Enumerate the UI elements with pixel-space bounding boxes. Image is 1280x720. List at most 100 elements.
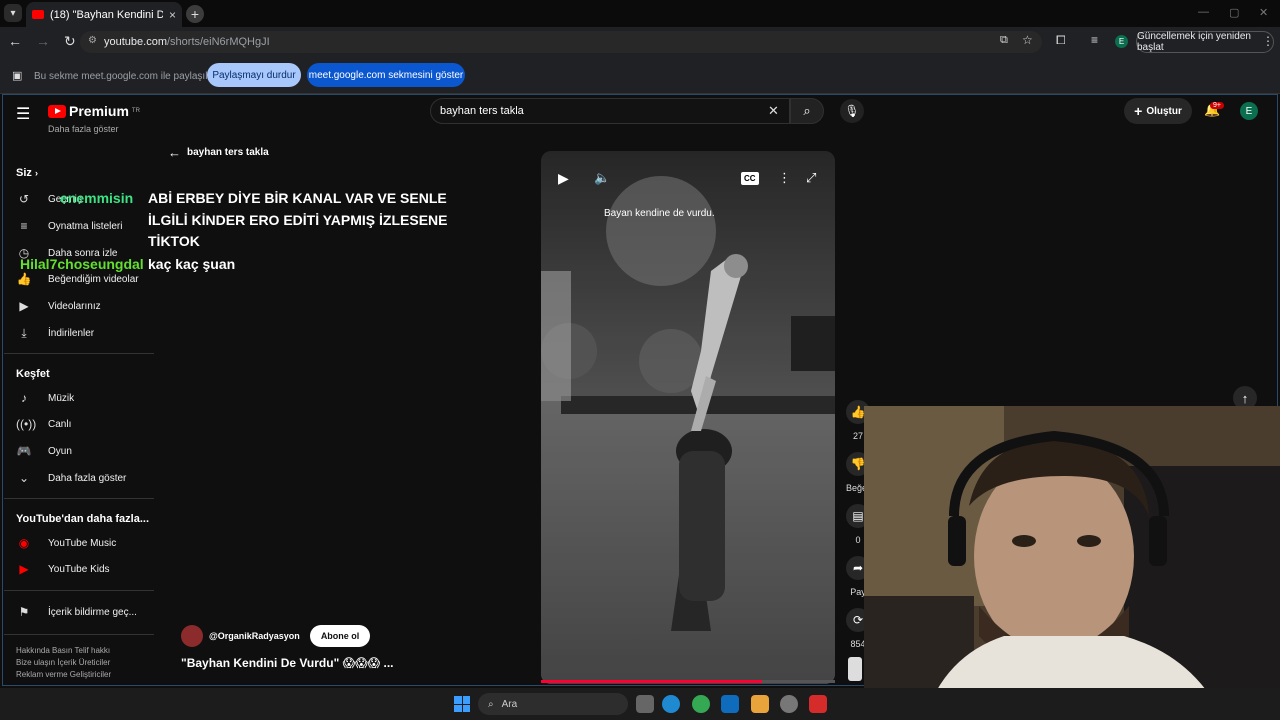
sidebar-item-report[interactable]: ⚑ İçerik bildirme geç...	[16, 605, 137, 619]
sidebar-explore-heading: Keşfet	[16, 368, 50, 380]
back-to-search-link[interactable]: ← bayhan ters takla	[168, 145, 269, 160]
windows-start-icon[interactable]	[454, 696, 470, 712]
sidebar-item-youtube-music[interactable]: ◉ YouTube Music	[16, 536, 116, 550]
sidebar-item-playlists[interactable]: ≡ Oynatma listeleri	[16, 219, 122, 233]
profile-avatar[interactable]: E	[1115, 35, 1128, 48]
back-label: bayhan ters takla	[187, 147, 269, 158]
youtube-play-logo-icon	[48, 104, 66, 118]
bookmark-star-icon[interactable]: ☆	[1022, 33, 1033, 47]
browser-tab-active[interactable]: (18) "Bayhan Kendini De Vu... ×	[26, 2, 182, 27]
sidebar-item-label: Oyun	[48, 445, 72, 457]
reload-icon[interactable]: ↻	[64, 33, 76, 50]
sidebar-item-liked[interactable]: 👍 Beğendiğim videolar	[16, 272, 139, 286]
webcam-feed-image	[864, 406, 1280, 720]
sound-thumbnail[interactable]	[848, 657, 862, 681]
plus-icon: +	[1134, 103, 1143, 119]
sidebar-you-heading[interactable]: Siz ›	[16, 167, 38, 179]
account-avatar[interactable]: E	[1240, 102, 1258, 120]
app-icon[interactable]	[780, 695, 798, 713]
history-icon: ↺	[18, 192, 30, 206]
chat-overlay-message: ABİ ERBEY DİYE BİR KANAL VAR VE SENLE İL…	[148, 190, 448, 249]
extensions-icon[interactable]: ⧠	[1056, 33, 1066, 48]
update-restart-button[interactable]: Güncellemek için yeniden başlat	[1136, 31, 1274, 53]
youtube-music-icon: ◉	[18, 536, 30, 550]
sidebar-more-top[interactable]: Daha fazla göster	[16, 124, 119, 134]
media-control-icon[interactable]: ≡	[1091, 33, 1098, 47]
fullscreen-icon[interactable]: ⤢	[806, 170, 816, 186]
shorts-video-player[interactable]	[541, 151, 835, 684]
chrome-icon[interactable]	[692, 695, 710, 713]
channel-name[interactable]: @OrganikRadyasyon	[209, 631, 300, 641]
sidebar-item-label: Oynatma listeleri	[48, 220, 123, 232]
show-meet-tab-button[interactable]: meet.google.com sekmesini göster	[307, 63, 465, 87]
video-more-icon[interactable]: ⋮	[778, 170, 791, 186]
sidebar-divider	[4, 590, 154, 591]
mail-icon[interactable]	[721, 695, 739, 713]
voice-search-button[interactable]: 🎙	[840, 99, 864, 123]
maximize-icon[interactable]: ▢	[1229, 6, 1239, 19]
channel-avatar[interactable]	[181, 625, 203, 647]
playlist-icon: ≡	[20, 219, 28, 233]
sidebar-item-label: YouTube Kids	[48, 563, 110, 575]
taskbar-search-label: Ara	[501, 698, 518, 710]
cast-icon[interactable]: ⧉	[1000, 34, 1008, 47]
sidebar-item-label: İndirilenler	[48, 328, 95, 339]
tab-search-button[interactable]: ▾	[4, 4, 22, 22]
search-icon: ⌕	[803, 103, 811, 118]
webcam-overlay	[864, 406, 1280, 720]
back-arrow-icon[interactable]: ←	[8, 33, 22, 50]
flag-icon: ⚑	[18, 605, 30, 619]
sidebar-item-label: İçerik bildirme geç...	[48, 606, 137, 618]
notification-badge: 9+	[1210, 102, 1224, 109]
menu-kebab-icon[interactable]: ⋮	[1262, 34, 1274, 48]
address-bar[interactable]: youtube.com/shorts/eiN6rMQHgJI	[80, 31, 1042, 53]
sharing-message: Bu sekme meet.google.com ile paylaşılıyo…	[34, 71, 225, 82]
folder-icon[interactable]	[751, 695, 769, 713]
sidebar-item-label: YouTube Music	[48, 537, 117, 549]
edge-icon[interactable]	[662, 695, 680, 713]
sidebar-item-youtube-kids[interactable]: ▶ YouTube Kids	[16, 562, 110, 576]
play-icon[interactable]: ▶	[558, 170, 569, 187]
search-button[interactable]: ⌕	[790, 98, 824, 124]
subscribe-button[interactable]: Abone ol	[309, 625, 371, 647]
footer-links[interactable]: Reklam verme Geliştiriciler	[16, 670, 111, 679]
sidebar-item-show-more[interactable]: ⌄ Daha fazla göster	[16, 471, 126, 485]
sidebar-more-label: Daha fazla göster	[48, 124, 119, 134]
sidebar-item-music[interactable]: ♪ Müzik	[16, 391, 74, 405]
video-progress-bar[interactable]	[541, 680, 835, 683]
gaming-icon: 🎮	[16, 444, 32, 458]
tab-close-icon[interactable]: ×	[169, 8, 176, 22]
stop-sharing-button[interactable]: Paylaşmayı durdur	[207, 63, 301, 87]
close-window-icon[interactable]: ✕	[1259, 6, 1268, 19]
url-domain: youtube.com	[104, 36, 167, 48]
sidebar-item-downloads[interactable]: ⤓ İndirilenler	[16, 326, 94, 341]
site-info-icon[interactable]: ⚙	[88, 35, 97, 46]
minimize-icon[interactable]: —	[1198, 6, 1209, 18]
search-input[interactable]: bayhan ters takla	[430, 98, 790, 124]
sidebar-item-label: Videolarınız	[48, 300, 101, 312]
volume-icon[interactable]: 🔈	[594, 170, 610, 186]
sidebar-item-label: Müzik	[48, 392, 75, 404]
footer-links[interactable]: Bize ulaşın İçerik Üreticiler	[16, 658, 110, 667]
search-icon: ⌕	[488, 698, 494, 710]
hamburger-menu-icon[interactable]: ☰	[16, 104, 30, 124]
youtube-logo[interactable]: Premium TR	[48, 103, 140, 119]
sidebar-item-your-videos[interactable]: ▶ Videolarınız	[16, 299, 101, 313]
url-path: /shorts/eiN6rMQHgJI	[166, 36, 270, 48]
taskbar-search[interactable]: ⌕ Ara	[478, 693, 628, 715]
footer-links[interactable]: Hakkında Basın Telif hakkı	[16, 646, 110, 655]
forward-arrow-icon[interactable]: →	[36, 33, 50, 50]
logo-text: Premium	[69, 103, 129, 119]
tab-title: (18) "Bayhan Kendini De Vu...	[50, 8, 163, 21]
task-view-icon[interactable]	[636, 695, 654, 713]
clear-search-icon[interactable]: ✕	[768, 103, 779, 119]
captions-icon[interactable]: CC	[741, 172, 759, 185]
sidebar-item-gaming[interactable]: 🎮 Oyun	[16, 444, 72, 458]
sidebar-item-live[interactable]: ((•)) Canlı	[16, 417, 71, 431]
app-red-icon[interactable]	[809, 695, 827, 713]
create-button[interactable]: + Oluştur	[1124, 98, 1192, 124]
new-tab-button[interactable]: +	[186, 5, 204, 23]
logo-region: TR	[131, 108, 140, 114]
chevron-right-icon: ›	[34, 168, 38, 178]
sidebar-more-from-youtube-heading: YouTube'dan daha fazla...	[16, 513, 149, 525]
